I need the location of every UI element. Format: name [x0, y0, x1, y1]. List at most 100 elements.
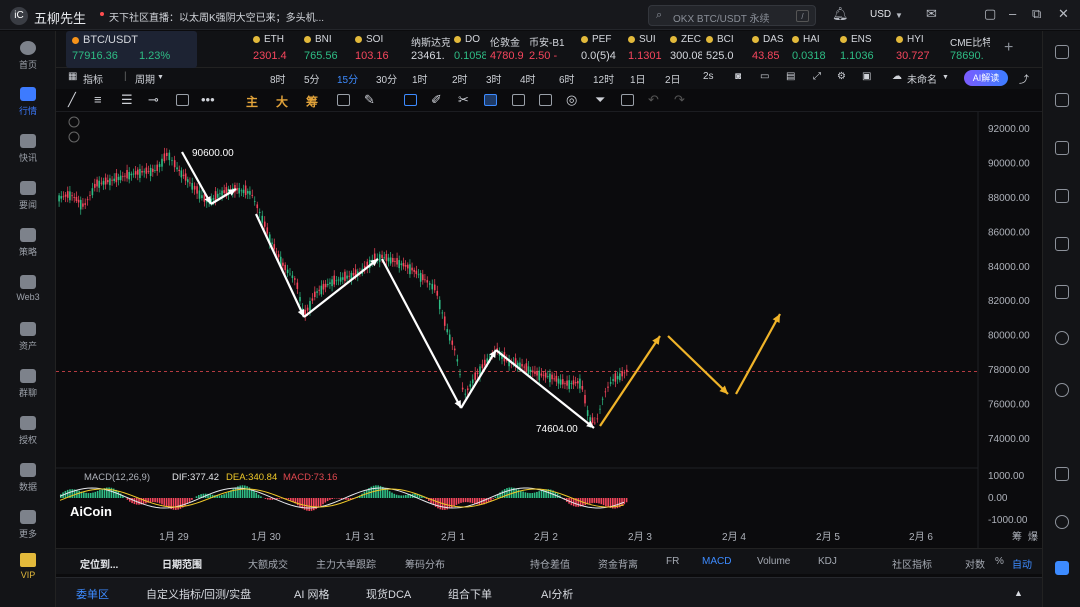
trend-icon[interactable] [1055, 189, 1069, 203]
currency-select[interactable]: USD [870, 9, 891, 20]
document-icon[interactable] [1055, 93, 1069, 107]
nav-combo-order[interactable]: 组合下单 [448, 586, 492, 602]
trash-icon[interactable] [621, 94, 634, 106]
interval-button[interactable]: 1日 [630, 71, 646, 86]
tab-kdj[interactable]: KDJ [818, 556, 837, 567]
sidebar-item-more[interactable]: 更多 [0, 510, 56, 540]
bell-icon[interactable]: 🔔︎ [832, 6, 849, 22]
interval-button[interactable]: 30分 [376, 71, 397, 86]
horizontal-line-icon[interactable]: ⊸ [148, 92, 159, 108]
sidebar-item-flash[interactable]: 快讯 [0, 134, 56, 164]
nav-custom-indicator[interactable]: 自定义指标/回测/实盘 [146, 586, 251, 602]
sidebar-item-data[interactable]: 数据 [0, 463, 56, 493]
copy-icon[interactable] [337, 94, 350, 106]
ticker-item[interactable]: ENS 1.1036 [840, 31, 892, 68]
price-chart[interactable]: 92000.00 90000.00 88000.00 86000.00 84000.00… [56, 112, 1042, 548]
log-toggle[interactable]: 对数 [965, 556, 985, 571]
brush-icon[interactable]: ✎ [364, 92, 375, 108]
magnet-icon[interactable] [404, 94, 417, 106]
ticker-item[interactable]: SUI 1.1301 [628, 31, 666, 68]
chevron-up-icon[interactable]: ▲ [1014, 588, 1023, 598]
sidebar-item-assets[interactable]: 资产 [0, 322, 56, 352]
interval-button[interactable]: 3时 [486, 71, 502, 86]
interval-button[interactable]: 1时 [412, 71, 428, 86]
card-icon[interactable] [1055, 285, 1069, 299]
interval-button[interactable]: 5分 [304, 71, 320, 86]
tab-goto[interactable]: 定位到... [80, 556, 118, 571]
tab-large-trades[interactable]: 大额成交 [248, 556, 288, 571]
tab-divergence[interactable]: 资金背离 [598, 556, 638, 571]
nav-orders[interactable]: 委单区 [76, 586, 109, 602]
nav-ai-analysis[interactable]: AI分析 [541, 586, 573, 602]
sidebar-item-strategy[interactable]: 策略 [0, 228, 56, 258]
ai-analysis-button[interactable]: AI解读 [964, 70, 1008, 86]
tab-community[interactable]: 社区指标 [892, 556, 932, 571]
hide-icon[interactable]: ◎ [566, 92, 577, 108]
percent-toggle[interactable]: % [995, 556, 1004, 567]
more-tools-icon[interactable]: ••• [201, 92, 215, 107]
interval-button[interactable]: 2日 [665, 71, 681, 86]
layout-icon[interactable]: ▭ [760, 71, 769, 82]
indicator-button[interactable]: 指标 [83, 71, 103, 86]
clock-icon[interactable] [1055, 237, 1069, 251]
ticker-item[interactable]: HYI 30.727 [896, 31, 946, 68]
sidebar-item-chat[interactable]: 群聊 [0, 369, 56, 399]
sidebar-item-vip[interactable]: VIP [0, 553, 56, 580]
ticker-item[interactable]: ETH 2301.4 [253, 31, 300, 68]
save-icon[interactable]: ▣ [862, 71, 871, 82]
ticker-item[interactable]: SOI 103.16 [355, 31, 407, 68]
chevron-down-icon[interactable]: ▼ [895, 11, 903, 20]
mail-icon[interactable]: ✉ [926, 6, 937, 22]
grid-icon[interactable] [1055, 467, 1069, 481]
main-chip-button[interactable]: 主 [246, 93, 258, 110]
ticker-item[interactable]: DO 0.1058 [454, 31, 486, 68]
tab-big-orders[interactable]: 主力大单跟踪 [316, 556, 376, 571]
interval-button[interactable]: 6时 [559, 71, 575, 86]
sidebar-item-auth[interactable]: 授权 [0, 416, 56, 446]
ticker-item[interactable]: PEF 0.0(5)4 [581, 31, 624, 68]
cloud-icon[interactable]: ☁ [892, 71, 902, 82]
redo-icon[interactable]: ↷ [674, 92, 685, 108]
tab-fr[interactable]: FR [666, 556, 679, 567]
sidebar-item-headlines[interactable]: 要闻 [0, 181, 56, 211]
auto-toggle[interactable]: 自动 [1012, 556, 1032, 571]
tab-macd[interactable]: MACD [702, 556, 731, 567]
nav-ai-grid[interactable]: AI 网格 [294, 586, 329, 602]
rectangle-icon[interactable] [176, 94, 189, 106]
period-button[interactable]: 周期 [135, 71, 155, 86]
chip-button[interactable]: 筹 [306, 93, 318, 110]
grid-icon[interactable]: ▤ [786, 71, 795, 82]
sidebar-item-home[interactable]: 首页 [0, 41, 56, 71]
minimize-icon[interactable]: – [1009, 6, 1016, 21]
settings-icon[interactable]: ⚙ [837, 71, 846, 82]
ticker-item[interactable]: 伦敦金 4780.9 [490, 31, 525, 68]
interval-button[interactable]: 8时 [270, 71, 286, 86]
list-icon[interactable] [1055, 141, 1069, 155]
layout-name[interactable]: 未命名 [907, 71, 937, 86]
link-icon[interactable] [484, 94, 497, 106]
note-icon[interactable] [539, 94, 552, 106]
ticker-item[interactable]: DAS 43.85 [752, 31, 788, 68]
add-ticker-icon[interactable]: + [1004, 39, 1013, 57]
ticker-btc[interactable]: BTC/USDT 77916.36 1.23% [66, 31, 197, 68]
ruler-icon[interactable]: ✐ [431, 92, 442, 108]
hexagon-icon[interactable] [1055, 331, 1069, 345]
layout-icon[interactable] [1055, 45, 1069, 59]
chevron-down-icon[interactable]: ▼ [942, 74, 949, 81]
maximize-icon[interactable]: ⧉ [1032, 6, 1041, 22]
eraser-icon[interactable]: ✂ [458, 92, 469, 108]
interval-button[interactable]: 2s [703, 71, 714, 82]
tab-oi-diff[interactable]: 持仓差值 [530, 556, 570, 571]
interval-button[interactable]: 4时 [520, 71, 536, 86]
sidebar-item-market[interactable]: 行情 [0, 87, 56, 117]
ticker-item[interactable]: BNI 765.56 [304, 31, 351, 68]
fullscreen-icon[interactable]: ⤢ [813, 71, 821, 82]
lock-icon[interactable] [512, 94, 525, 106]
nav-spot-dca[interactable]: 现货DCA [366, 586, 411, 602]
chevron-down-icon[interactable]: ▼ [157, 74, 164, 81]
user-name[interactable]: 五柳先生 [34, 8, 86, 27]
ticker-item[interactable]: 币安-B1 2.50 - [529, 31, 577, 68]
assistant-icon[interactable] [1055, 561, 1069, 575]
headset-icon[interactable] [1055, 515, 1069, 529]
interval-button[interactable]: 2时 [452, 71, 468, 86]
